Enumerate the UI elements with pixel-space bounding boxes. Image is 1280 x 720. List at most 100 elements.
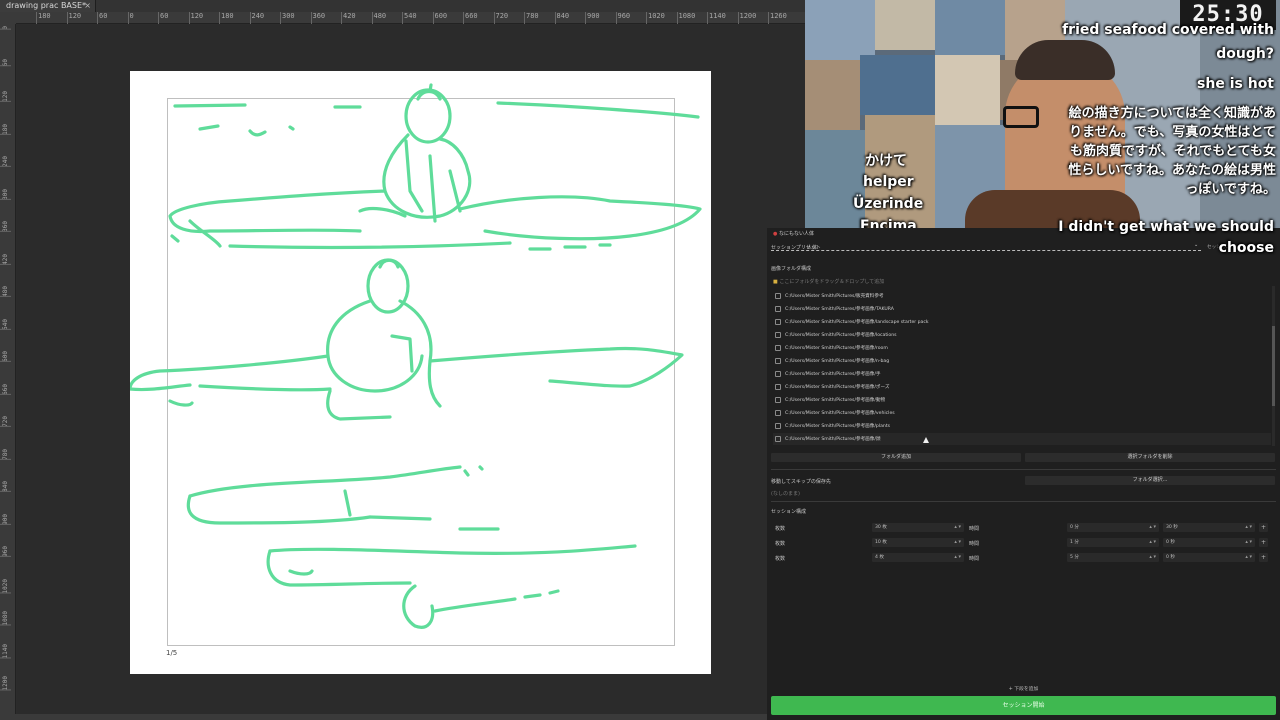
folder-checkbox[interactable] <box>775 345 781 351</box>
stepper-arrows-icon[interactable]: ▴ ▾ <box>954 538 961 547</box>
folder-checkbox[interactable] <box>775 397 781 403</box>
add-row-link[interactable]: + 下段を追加 <box>767 685 1280 692</box>
add-folder-button[interactable]: フォルダ追加 <box>771 453 1021 462</box>
stroke <box>288 569 314 576</box>
ruler-tick-label: 60 <box>157 12 169 24</box>
choose-folder-button[interactable]: フォルダ選択... <box>1025 476 1275 485</box>
folder-list-scrollbar[interactable] <box>1272 286 1275 446</box>
folder-checkbox[interactable] <box>775 293 781 299</box>
list-item[interactable]: C:/Users/Mister Smith/Pictures/参考画像/vehi… <box>773 407 1271 419</box>
canvas-page[interactable]: 1/5 <box>130 71 711 674</box>
canvas-area[interactable]: 1/5 <box>17 25 805 720</box>
ruler-tick-label: 1020 <box>646 12 665 24</box>
stroke <box>198 124 220 131</box>
skip-destination-label: 移動してスキップの保存先 <box>771 479 831 485</box>
folder-checkbox[interactable] <box>775 306 781 312</box>
folder-checkbox[interactable] <box>775 371 781 377</box>
folder-checkbox[interactable] <box>775 410 781 416</box>
caption-center-line: Üzerinde <box>853 196 924 212</box>
list-item[interactable]: C:/Users/Mister Smith/Pictures/参考画像/loca… <box>773 329 1271 341</box>
stroke <box>248 129 267 137</box>
folder-path: C:/Users/Mister Smith/Pictures/参考画像/plan… <box>785 424 891 429</box>
ruler-tick-label: 180 <box>2 123 9 135</box>
folder-path: C:/Users/Mister Smith/Pictures/参考画像/顔 <box>785 437 881 442</box>
add-row-button[interactable]: + <box>1259 553 1268 562</box>
list-item[interactable]: C:/Users/Mister Smith/Pictures/参考画像/ポーズ <box>773 381 1271 393</box>
glasses-icon <box>1003 106 1039 128</box>
folder-checkbox[interactable] <box>775 436 781 442</box>
list-item[interactable]: C:/Users/Mister Smith/Pictures/参考画像/顔 <box>773 433 1271 445</box>
list-item[interactable]: C:/Users/Mister Smith/Pictures/参考画像/land… <box>773 316 1271 328</box>
photo-tile <box>860 55 935 115</box>
folder-checkbox[interactable] <box>775 423 781 429</box>
stepper-arrows-icon[interactable]: ▴ ▾ <box>1149 538 1156 547</box>
caption-center-line: かけて <box>865 153 907 169</box>
list-item[interactable]: C:/Users/Mister Smith/Pictures/参考画像/TAKU… <box>773 303 1271 315</box>
folder-path: C:/Users/Mister Smith/Pictures/参考画像/n-ba… <box>785 359 890 364</box>
stepper-arrows-icon[interactable]: ▴ ▾ <box>1245 523 1252 532</box>
stepper-arrows-icon[interactable]: ▴ ▾ <box>1149 553 1156 562</box>
stroke <box>496 101 700 119</box>
stepper-arrows-icon[interactable]: ▴ ▾ <box>954 523 961 532</box>
status-bar <box>0 714 805 720</box>
ruler-tick-label: 1140 <box>707 12 726 24</box>
stepper-arrows-icon[interactable]: ▴ ▾ <box>1245 553 1252 562</box>
count-stepper[interactable]: 10 枚 ▴ ▾ <box>872 538 964 547</box>
vertical-ruler[interactable]: 0 60 120 180 240 300 360 420 480 540 600 660 720 780 8… <box>0 12 16 720</box>
stepper-arrows-icon[interactable]: ▴ ▾ <box>1149 523 1156 532</box>
folder-checkbox[interactable] <box>775 319 781 325</box>
list-item[interactable]: C:/Users/Mister Smith/Pictures/参考画像/n-ba… <box>773 355 1271 367</box>
sketch-layer <box>130 83 702 629</box>
ruler-tick-label: 1080 <box>2 611 9 626</box>
photo-tile <box>935 0 1005 55</box>
seconds-stepper[interactable]: 0 秒 ▴ ▾ <box>1163 553 1255 562</box>
stroke <box>288 125 295 131</box>
ruler-tick-label: 480 <box>2 286 9 297</box>
ruler-tick-label: 540 <box>2 318 9 330</box>
ruler-tick-label: 960 <box>2 546 9 557</box>
close-tab-icon[interactable]: × <box>84 0 91 12</box>
add-row-button[interactable]: + <box>1259 538 1268 547</box>
folder-path: C:/Users/Mister Smith/Pictures/参考画像/手 <box>785 372 881 377</box>
app-logo-icon: ● <box>773 231 778 237</box>
stepper-arrows-icon[interactable]: ▴ ▾ <box>954 553 961 562</box>
folder-path: C:/Users/Mister Smith/Pictures/参考画像/room <box>785 346 888 351</box>
session-config-label: セッション構成 <box>771 509 807 515</box>
photo-tile <box>935 55 1000 125</box>
drop-hint[interactable]: ■ ここにフォルダをドラッグ＆ドロップして追加 <box>773 278 884 285</box>
scrollbar-thumb[interactable] <box>1272 326 1275 406</box>
seconds-stepper[interactable]: 30 秒 ▴ ▾ <box>1163 523 1255 532</box>
horizontal-ruler[interactable]: 180 120 60 0 60 120 180 240 300 360 420 480 540 600 66… <box>16 12 805 24</box>
photo-tile <box>805 130 865 228</box>
count-label: 枚数 <box>775 541 786 547</box>
list-item[interactable]: C:/Users/Mister Smith/Pictures/参考画像/room <box>773 342 1271 354</box>
folder-checkbox[interactable] <box>775 332 781 338</box>
list-item[interactable]: C:/Users/Mister Smith/Pictures/販売資料参考 <box>773 290 1271 302</box>
minutes-stepper[interactable]: 0 分 ▴ ▾ <box>1067 523 1159 532</box>
seconds-stepper[interactable]: 0 秒 ▴ ▾ <box>1163 538 1255 547</box>
folder-list[interactable]: C:/Users/Mister Smith/Pictures/販売資料参考 C:… <box>773 288 1271 446</box>
divider <box>771 469 1276 470</box>
ruler-tick-label: 780 <box>524 12 539 24</box>
list-item[interactable]: C:/Users/Mister Smith/Pictures/参考画像/動物 <box>773 394 1271 406</box>
ruler-tick-label: 240 <box>2 156 9 167</box>
folder-section-label: 画像フォルダ構成 <box>771 266 812 272</box>
count-stepper[interactable]: 30 枚 ▴ ▾ <box>872 523 964 532</box>
document-tab-title: drawing prac BASE* <box>6 1 87 10</box>
stepper-arrows-icon[interactable]: ▴ ▾ <box>1245 538 1252 547</box>
caption-jp-line: りません。でも、写真の女性はとて <box>1069 125 1276 140</box>
stroke <box>173 103 247 108</box>
list-item[interactable]: C:/Users/Mister Smith/Pictures/参考画像/plan… <box>773 420 1271 432</box>
chevron-down-icon[interactable]: ⌄ <box>1194 242 1198 248</box>
document-tab[interactable]: drawing prac BASE* × <box>0 0 96 12</box>
folder-checkbox[interactable] <box>775 384 781 390</box>
folder-checkbox[interactable] <box>775 358 781 364</box>
add-row-button[interactable]: + <box>1259 523 1268 532</box>
list-item[interactable]: C:/Users/Mister Smith/Pictures/参考画像/手 <box>773 368 1271 380</box>
stroke <box>326 389 392 421</box>
remove-folder-button[interactable]: 選択フォルダを削除 <box>1025 453 1275 462</box>
start-session-button[interactable]: セッション開始 <box>771 696 1276 715</box>
minutes-stepper[interactable]: 1 分 ▴ ▾ <box>1067 538 1159 547</box>
minutes-stepper[interactable]: 5 分 ▴ ▾ <box>1067 553 1159 562</box>
count-stepper[interactable]: 4 枚 ▴ ▾ <box>872 553 964 562</box>
